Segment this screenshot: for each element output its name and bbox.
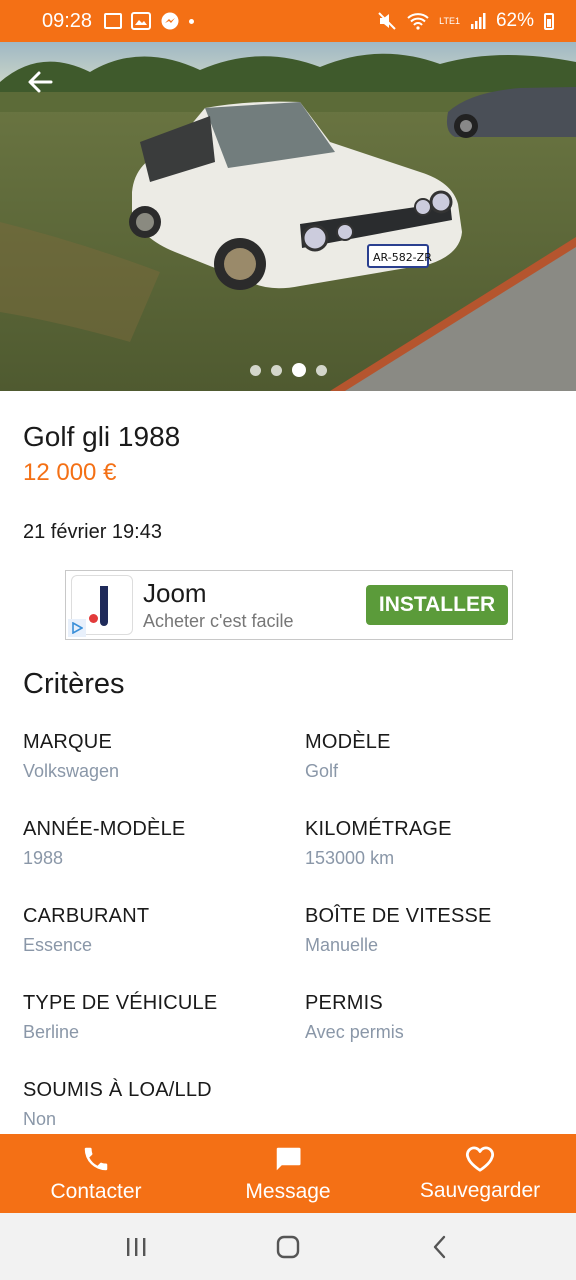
criterion-value: Berline bbox=[23, 1022, 80, 1042]
criterion-label: TYPE DE VÉHICULE bbox=[23, 992, 218, 1014]
save-label: Sauvegarder bbox=[419, 1178, 541, 1202]
criterion-type-vehicule: TYPE DE VÉHICULE Berline bbox=[23, 992, 305, 1079]
criterion-label: SOUMIS À LOA/LLD bbox=[23, 1079, 212, 1101]
criterion-label: CARBURANT bbox=[23, 905, 150, 927]
criterion-label: PERMIS bbox=[305, 992, 383, 1014]
criteria-grid: MARQUE Volkswagen MODÈLE Golf ANNÉE-MODÈ… bbox=[23, 731, 553, 1134]
gallery-icon bbox=[131, 12, 152, 30]
home-button[interactable] bbox=[258, 1222, 318, 1272]
ad-tagline: Acheter c'est facile bbox=[143, 611, 294, 631]
criterion-label: MARQUE bbox=[23, 731, 112, 753]
criterion-carburant: CARBURANT Essence bbox=[23, 905, 305, 992]
criterion-value: Volkswagen bbox=[23, 761, 120, 781]
recents-icon bbox=[127, 1237, 146, 1256]
criterion-permis: PERMIS Avec permis bbox=[305, 992, 553, 1079]
message-label: Message bbox=[245, 1179, 331, 1203]
criterion-value: 153000 km bbox=[305, 848, 395, 868]
gallery-dot-active[interactable] bbox=[291, 363, 306, 377]
back-arrow-icon bbox=[28, 71, 53, 93]
criterion-value: Golf bbox=[305, 761, 339, 781]
criterion-loa-lld: SOUMIS À LOA/LLD Non bbox=[23, 1079, 305, 1134]
mute-icon bbox=[378, 12, 396, 30]
criteria-heading: Critères bbox=[23, 668, 125, 700]
network-label: LTE1 bbox=[439, 15, 460, 26]
criterion-label: BOÎTE DE VITESSE bbox=[305, 905, 492, 927]
criterion-label: ANNÉE-MODÈLE bbox=[23, 818, 186, 840]
gallery-dot[interactable] bbox=[249, 364, 261, 376]
criterion-value: Non bbox=[23, 1109, 57, 1129]
status-bar: 09:28 LTE1 62% bbox=[0, 0, 576, 42]
ad-banner[interactable]: Joom Acheter c'est facile INSTALLER bbox=[65, 570, 513, 640]
dot-icon bbox=[189, 18, 195, 24]
back-nav-button[interactable] bbox=[410, 1222, 470, 1272]
criterion-value: Essence bbox=[23, 935, 93, 955]
listing-title: Golf gli 1988 bbox=[23, 421, 181, 452]
message-button[interactable]: Message bbox=[192, 1134, 384, 1213]
listing-date: 21 février 19:43 bbox=[23, 521, 162, 543]
criterion-annee-modele: ANNÉE-MODÈLE 1988 bbox=[23, 818, 305, 905]
tv-icon bbox=[104, 13, 123, 29]
criterion-value: 1988 bbox=[23, 848, 64, 868]
license-plate: AR-582-ZR bbox=[373, 251, 432, 264]
criterion-boite-vitesse: BOÎTE DE VITESSE Manuelle bbox=[305, 905, 553, 992]
criterion-label: KILOMÉTRAGE bbox=[305, 818, 452, 840]
photo-gallery[interactable]: AR-582-ZR bbox=[0, 42, 576, 391]
listing-content[interactable]: Golf gli 1988 12 000 € 21 février 19:43 … bbox=[0, 391, 576, 1134]
criterion-label: MODÈLE bbox=[305, 731, 391, 753]
ad-install-button[interactable]: INSTALLER bbox=[366, 585, 508, 625]
criterion-value: Manuelle bbox=[305, 935, 379, 955]
gallery-dot[interactable] bbox=[270, 364, 282, 376]
contact-label: Contacter bbox=[50, 1179, 142, 1203]
message-icon bbox=[276, 1147, 301, 1170]
criterion-value: Avec permis bbox=[305, 1022, 404, 1042]
battery-percent: 62% bbox=[495, 10, 534, 31]
status-time: 09:28 bbox=[42, 9, 93, 32]
home-icon bbox=[276, 1235, 300, 1258]
save-button[interactable]: Sauvegarder bbox=[384, 1134, 576, 1213]
signal-icon bbox=[470, 13, 486, 29]
back-button[interactable] bbox=[20, 62, 60, 102]
status-right: LTE1 62% bbox=[377, 10, 554, 32]
system-nav-bar bbox=[0, 1213, 576, 1280]
ad-choices-icon[interactable] bbox=[68, 619, 86, 637]
gallery-pagination[interactable] bbox=[0, 363, 576, 377]
contact-button[interactable]: Contacter bbox=[0, 1134, 192, 1213]
gallery-dot[interactable] bbox=[315, 364, 327, 376]
listing-price: 12 000 € bbox=[23, 459, 117, 486]
criterion-modele: MODÈLE Golf bbox=[305, 731, 553, 818]
messenger-icon bbox=[161, 12, 179, 30]
criterion-kilometrage: KILOMÉTRAGE 153000 km bbox=[305, 818, 553, 905]
criterion-marque: MARQUE Volkswagen bbox=[23, 731, 305, 818]
wifi-icon bbox=[407, 13, 429, 30]
recents-button[interactable] bbox=[106, 1222, 166, 1272]
action-bar: Contacter Message Sauvegarder bbox=[0, 1134, 576, 1213]
heart-icon bbox=[466, 1146, 494, 1172]
phone-icon bbox=[84, 1147, 108, 1170]
chevron-left-icon bbox=[433, 1235, 446, 1258]
notification-icons bbox=[104, 11, 195, 31]
ad-app-name: Joom bbox=[143, 578, 207, 608]
battery-icon bbox=[544, 12, 554, 30]
car-photo[interactable]: AR-582-ZR bbox=[0, 42, 576, 391]
